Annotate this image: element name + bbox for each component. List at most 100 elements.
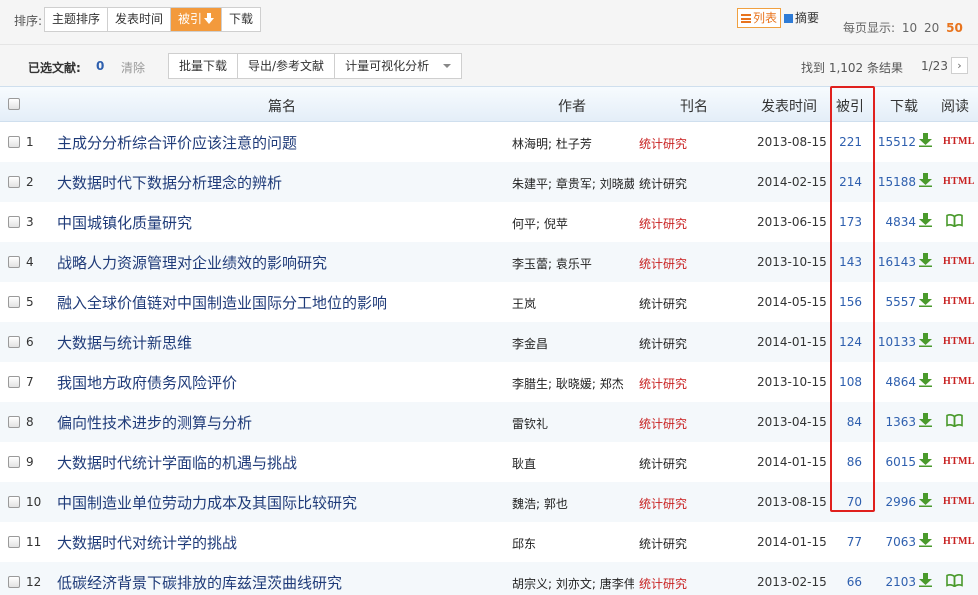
read-html-link[interactable]: HTML: [943, 376, 975, 387]
column-header-citations[interactable]: 被引: [836, 96, 864, 116]
download-icon[interactable]: [919, 213, 932, 227]
sort-by-topic-button[interactable]: 主题排序: [45, 8, 109, 31]
article-journal[interactable]: 统计研究: [639, 255, 687, 272]
row-checkbox[interactable]: [8, 416, 20, 428]
export-references-button[interactable]: 导出/参考文献: [238, 54, 336, 78]
row-checkbox[interactable]: [8, 456, 20, 468]
article-title-link[interactable]: 大数据时代统计学面临的机遇与挑战: [57, 452, 297, 473]
download-count[interactable]: 10133: [878, 335, 916, 349]
book-icon[interactable]: [946, 214, 963, 229]
article-journal[interactable]: 统计研究: [639, 575, 687, 592]
article-authors[interactable]: 邱东: [512, 535, 634, 552]
article-title-link[interactable]: 大数据时代下数据分析理念的辨析: [57, 172, 282, 193]
download-count[interactable]: 1363: [885, 415, 916, 429]
column-header-date[interactable]: 发表时间: [761, 96, 817, 116]
download-icon[interactable]: [919, 373, 932, 387]
read-html-link[interactable]: HTML: [943, 496, 975, 507]
article-authors[interactable]: 李金昌: [512, 335, 634, 352]
read-html-link[interactable]: HTML: [943, 456, 975, 467]
article-title-link[interactable]: 低碳经济背景下碳排放的库兹涅茨曲线研究: [57, 572, 342, 593]
article-journal[interactable]: 统计研究: [639, 415, 687, 432]
download-icon[interactable]: [919, 453, 932, 467]
citation-count[interactable]: 84: [833, 415, 862, 429]
citation-count[interactable]: 156: [833, 295, 862, 309]
citation-count[interactable]: 124: [833, 335, 862, 349]
download-icon[interactable]: [919, 293, 932, 307]
article-authors[interactable]: 耿直: [512, 455, 634, 472]
article-authors[interactable]: 王岚: [512, 295, 634, 312]
article-authors[interactable]: 李腊生; 耿晓媛; 郑杰: [512, 375, 634, 392]
article-title-link[interactable]: 我国地方政府债务风险评价: [57, 372, 237, 393]
sort-by-date-button[interactable]: 发表时间: [108, 8, 172, 31]
citation-count[interactable]: 77: [833, 535, 862, 549]
article-authors[interactable]: 魏浩; 郭也: [512, 495, 634, 512]
download-count[interactable]: 7063: [885, 535, 916, 549]
download-count[interactable]: 16143: [878, 255, 916, 269]
citation-count[interactable]: 214: [833, 175, 862, 189]
article-title-link[interactable]: 中国城镇化质量研究: [57, 212, 192, 233]
download-count[interactable]: 4834: [885, 215, 916, 229]
download-count[interactable]: 2996: [885, 495, 916, 509]
article-title-link[interactable]: 中国制造业单位劳动力成本及其国际比较研究: [57, 492, 357, 513]
article-authors[interactable]: 林海明; 杜子芳: [512, 135, 634, 152]
per-page-50[interactable]: 50: [946, 21, 963, 35]
column-header-downloads[interactable]: 下载: [890, 96, 918, 116]
download-icon[interactable]: [919, 573, 932, 587]
article-journal[interactable]: 统计研究: [639, 535, 687, 552]
article-title-link[interactable]: 大数据时代对统计学的挑战: [57, 532, 237, 553]
download-count[interactable]: 2103: [885, 575, 916, 589]
row-checkbox[interactable]: [8, 376, 20, 388]
per-page-10[interactable]: 10: [902, 21, 917, 35]
download-icon[interactable]: [919, 413, 932, 427]
article-title-link[interactable]: 偏向性技术进步的测算与分析: [57, 412, 252, 433]
sort-by-citations-button[interactable]: 被引: [171, 8, 223, 31]
read-html-link[interactable]: HTML: [943, 176, 975, 187]
citation-count[interactable]: 86: [833, 455, 862, 469]
article-title-link[interactable]: 融入全球价值链对中国制造业国际分工地位的影响: [57, 292, 387, 313]
download-count[interactable]: 15512: [878, 135, 916, 149]
article-title-link[interactable]: 主成分分析综合评价应该注意的问题: [57, 132, 297, 153]
article-journal[interactable]: 统计研究: [639, 495, 687, 512]
download-count[interactable]: 5557: [885, 295, 916, 309]
download-icon[interactable]: [919, 253, 932, 267]
row-checkbox[interactable]: [8, 496, 20, 508]
article-journal[interactable]: 统计研究: [639, 135, 687, 152]
sort-by-downloads-button[interactable]: 下载: [222, 8, 260, 31]
citation-count[interactable]: 108: [833, 375, 862, 389]
citation-count[interactable]: 143: [833, 255, 862, 269]
next-page-button[interactable]: ›: [951, 57, 968, 74]
row-checkbox[interactable]: [8, 336, 20, 348]
read-html-link[interactable]: HTML: [943, 336, 975, 347]
per-page-20[interactable]: 20: [924, 21, 939, 35]
citation-count[interactable]: 70: [833, 495, 862, 509]
article-title-link[interactable]: 战略人力资源管理对企业绩效的影响研究: [57, 252, 327, 273]
visual-analysis-dropdown[interactable]: 计量可视化分析: [335, 54, 461, 78]
download-count[interactable]: 6015: [885, 455, 916, 469]
download-count[interactable]: 4864: [885, 375, 916, 389]
citation-count[interactable]: 173: [833, 215, 862, 229]
row-checkbox[interactable]: [8, 136, 20, 148]
citation-count[interactable]: 221: [833, 135, 862, 149]
clear-selection-link[interactable]: 清除: [121, 59, 145, 76]
article-authors[interactable]: 雷钦礼: [512, 415, 634, 432]
article-journal[interactable]: 统计研究: [639, 215, 687, 232]
download-icon[interactable]: [919, 173, 932, 187]
batch-download-button[interactable]: 批量下载: [169, 54, 239, 78]
article-authors[interactable]: 何平; 倪苹: [512, 215, 634, 232]
row-checkbox[interactable]: [8, 536, 20, 548]
download-icon[interactable]: [919, 533, 932, 547]
row-checkbox[interactable]: [8, 576, 20, 588]
row-checkbox[interactable]: [8, 296, 20, 308]
read-html-link[interactable]: HTML: [943, 536, 975, 547]
article-journal[interactable]: 统计研究: [639, 375, 687, 392]
download-icon[interactable]: [919, 333, 932, 347]
article-journal[interactable]: 统计研究: [639, 175, 687, 192]
book-icon[interactable]: [946, 574, 963, 589]
article-title-link[interactable]: 大数据与统计新思维: [57, 332, 192, 353]
download-icon[interactable]: [919, 493, 932, 507]
download-icon[interactable]: [919, 133, 932, 147]
download-count[interactable]: 15188: [878, 175, 916, 189]
article-authors[interactable]: 李玉蕾; 袁乐平: [512, 255, 634, 272]
read-html-link[interactable]: HTML: [943, 256, 975, 267]
article-journal[interactable]: 统计研究: [639, 455, 687, 472]
